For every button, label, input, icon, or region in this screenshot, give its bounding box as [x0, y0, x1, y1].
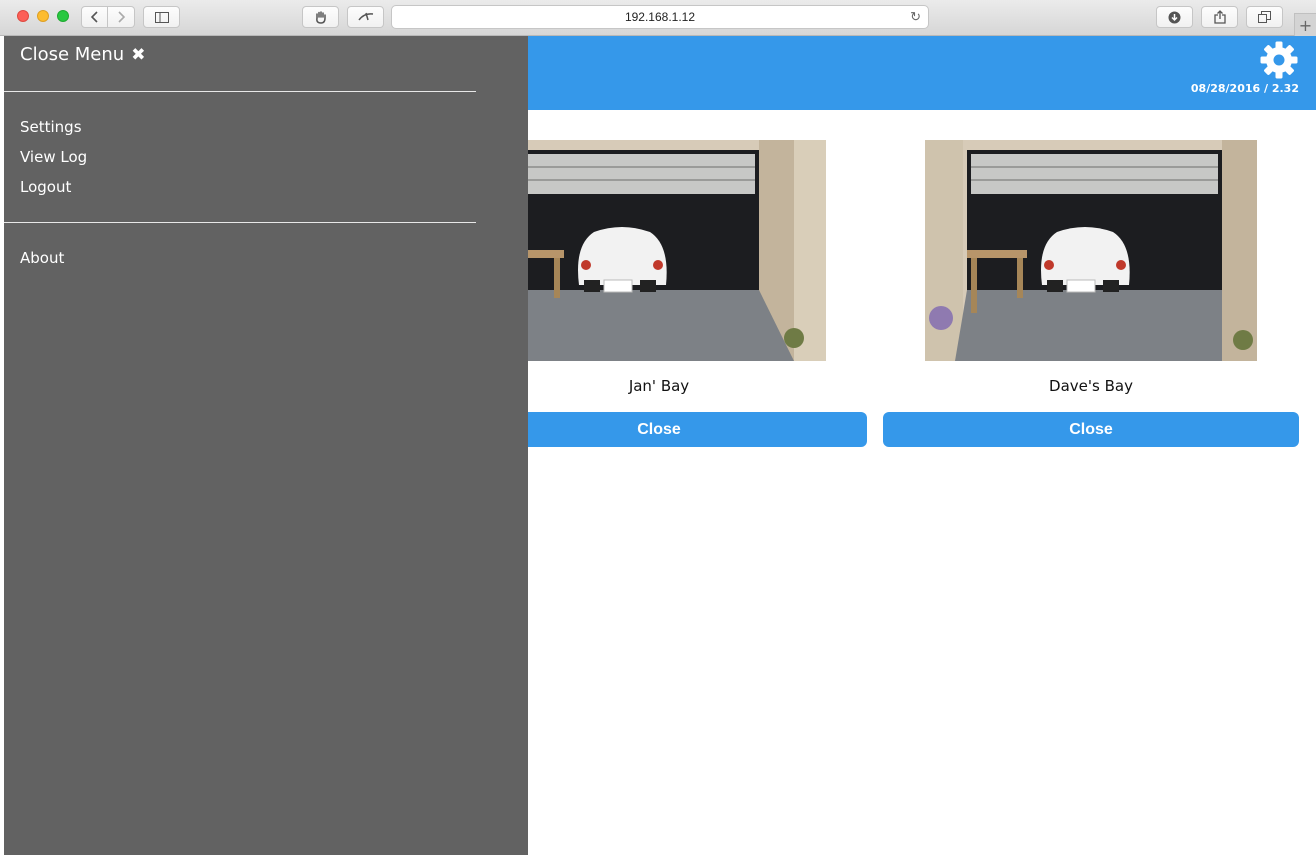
- download-icon: [1168, 11, 1181, 23]
- side-menu: Close Menu ✖ Settings View Log Logout Ab…: [4, 36, 528, 855]
- share-icon: [1213, 10, 1226, 24]
- reload-icon[interactable]: ↻: [910, 9, 921, 25]
- close-icon: ✖: [131, 44, 146, 65]
- share-button[interactable]: [1201, 6, 1238, 28]
- window-zoom-button[interactable]: [57, 10, 69, 22]
- sidebar-icon: [154, 11, 169, 23]
- close-menu-button[interactable]: Close Menu ✖: [20, 44, 145, 65]
- extension-button[interactable]: [347, 6, 384, 28]
- menu-item-about[interactable]: About: [20, 249, 64, 267]
- date-version-label: 08/28/2016 / 2.32: [1190, 82, 1299, 95]
- history-navigation: [81, 6, 135, 28]
- forward-button[interactable]: [108, 6, 135, 28]
- browser-toolbar: 192.168.1.12 ↻ +: [0, 0, 1316, 36]
- new-tab-button[interactable]: +: [1294, 13, 1316, 36]
- close-door-button[interactable]: Close: [883, 412, 1299, 447]
- menu-divider: [4, 91, 476, 92]
- window-minimize-button[interactable]: [37, 10, 49, 22]
- address-bar[interactable]: 192.168.1.12 ↻: [391, 5, 929, 29]
- url-text: 192.168.1.12: [624, 10, 696, 24]
- bay-name: Dave's Bay: [1049, 377, 1133, 395]
- menu-item-settings[interactable]: Settings: [20, 118, 82, 136]
- bay-photo: [925, 140, 1257, 361]
- window-close-button[interactable]: [17, 10, 29, 22]
- sidebar-toggle-button[interactable]: [143, 6, 180, 28]
- extension-icon: [357, 12, 373, 21]
- back-button[interactable]: [81, 6, 108, 28]
- menu-divider: [4, 222, 476, 223]
- chevron-left-icon: [90, 11, 98, 23]
- close-menu-label: Close Menu: [20, 44, 125, 65]
- menu-item-view-log[interactable]: View Log: [20, 148, 87, 166]
- menu-item-logout[interactable]: Logout: [20, 178, 71, 196]
- bay-photo: [494, 140, 826, 361]
- downloads-button[interactable]: [1156, 6, 1193, 28]
- gear-icon[interactable]: [1259, 40, 1299, 80]
- tabs-icon: [1258, 11, 1271, 23]
- hand-icon: [315, 10, 326, 24]
- tabs-overview-button[interactable]: [1246, 6, 1283, 28]
- chevron-right-icon: [118, 11, 125, 23]
- privacy-button[interactable]: [302, 6, 339, 28]
